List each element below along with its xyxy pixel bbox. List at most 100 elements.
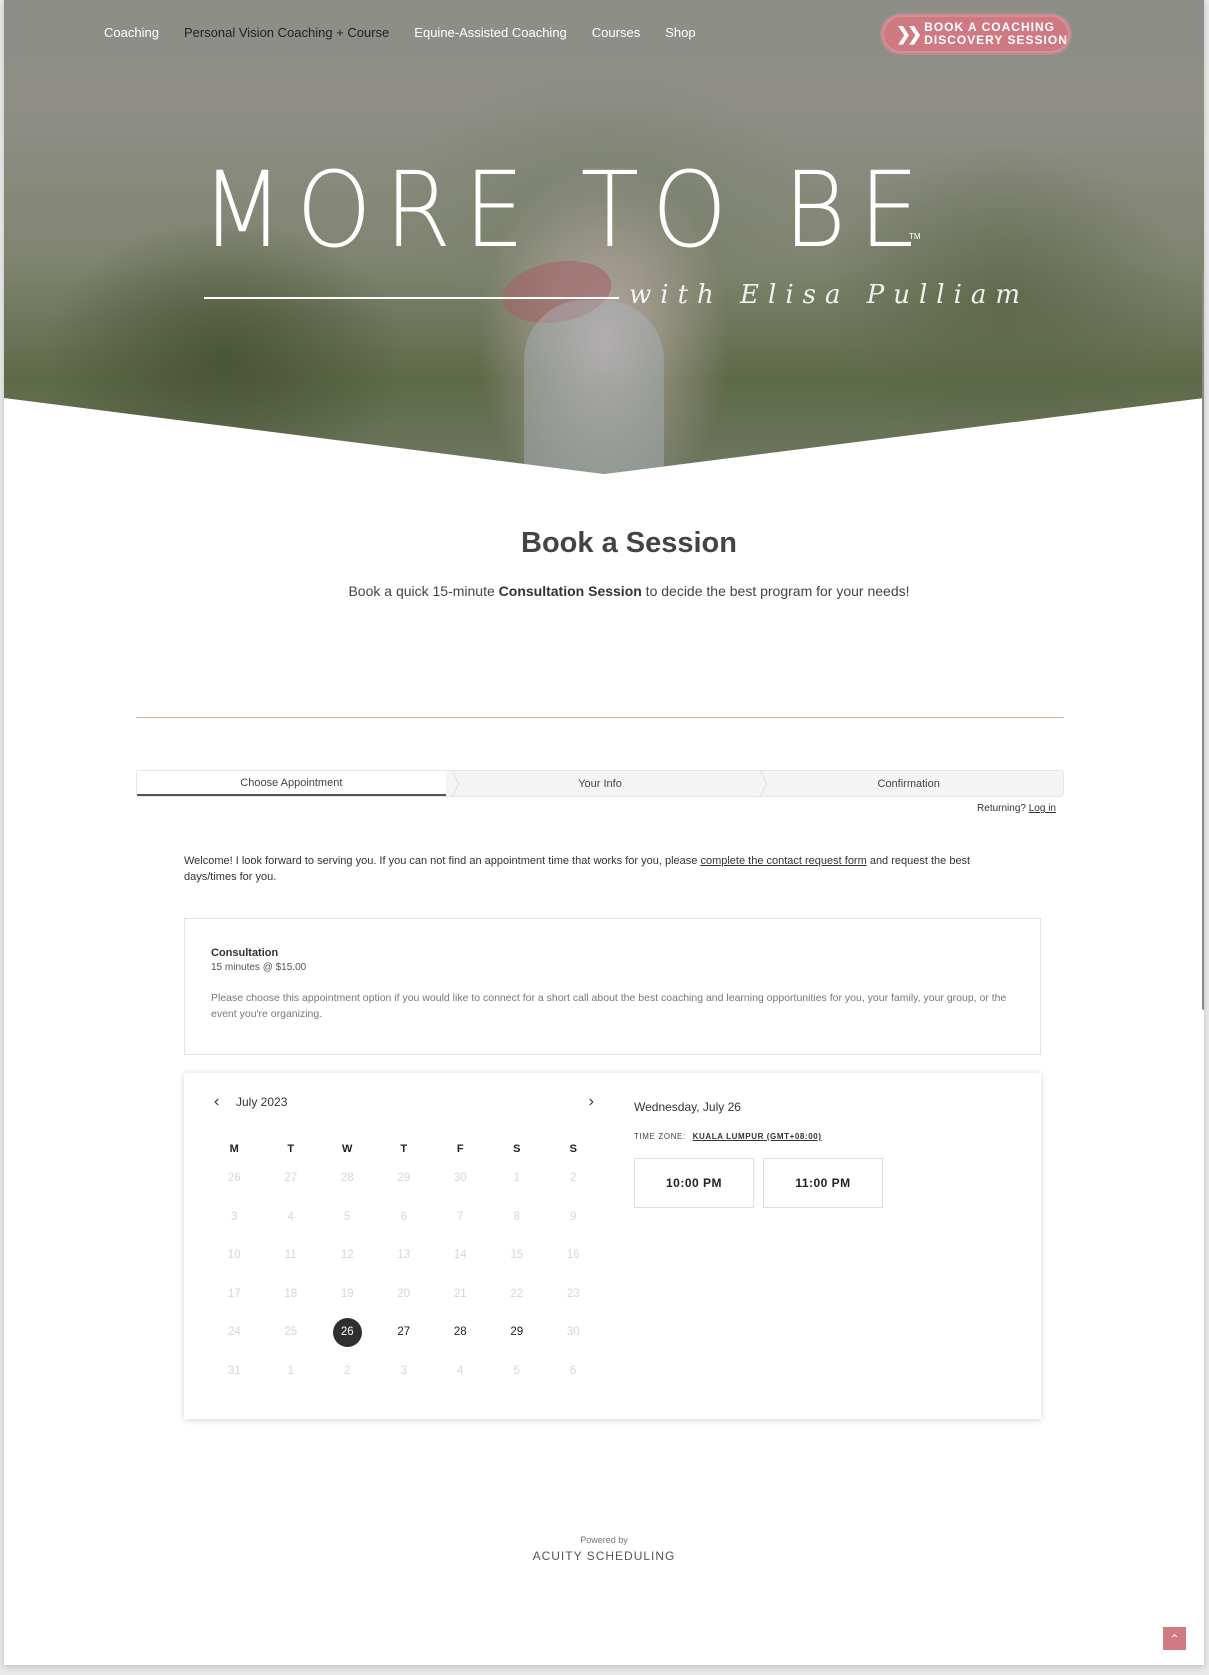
- calendar-week-row: 17 18 19 20 21 22 23: [206, 1275, 602, 1314]
- calendar-week-row: 26 27 28 29 30 1 2: [206, 1159, 602, 1198]
- hero-photo-figure: [524, 300, 664, 474]
- login-link[interactable]: Log in: [1029, 803, 1056, 814]
- returning-label: Returning?: [977, 803, 1026, 814]
- calendar-day-number: 16: [566, 1249, 580, 1262]
- step-choose-appointment[interactable]: Choose Appointment: [137, 771, 446, 796]
- calendar-day-number: 11: [284, 1249, 297, 1262]
- calendar-day-number: 2: [570, 1172, 577, 1185]
- timezone-label: TIME ZONE:: [634, 1132, 686, 1141]
- calendar-day-number: 19: [340, 1287, 354, 1300]
- calendar-day-unavailable: 2: [319, 1365, 376, 1377]
- calendar-day-unavailable: 7: [432, 1211, 489, 1223]
- calendar-day-number: 27: [397, 1326, 411, 1339]
- calendar-day-unavailable: 29: [376, 1172, 433, 1184]
- timezone-selector[interactable]: KUALA LUMPUR (GMT+08:00): [693, 1132, 822, 1141]
- calendar-day-unavailable: 12: [319, 1249, 376, 1261]
- calendar-day-number: 5: [513, 1364, 520, 1377]
- calendar-day-number: 1: [513, 1172, 520, 1185]
- calendar-day-selected[interactable]: 26: [319, 1317, 376, 1347]
- page: Coaching Personal Vision Coaching + Cour…: [4, 0, 1204, 1665]
- back-to-top-button[interactable]: ⌃: [1163, 1627, 1186, 1650]
- calendar-month-label: July 2023: [236, 1095, 288, 1109]
- calendar-week-row: 31 1 2 3 4 5 6: [206, 1352, 602, 1391]
- weekday-label: M: [229, 1143, 239, 1155]
- calendar-day-unavailable: 4: [263, 1211, 320, 1223]
- logo-underline: [204, 297, 619, 299]
- calendar-week-row: 3 4 5 6 7 8 9: [206, 1198, 602, 1237]
- time-selection-panel: Wednesday, July 26 TIME ZONE: KUALA LUMP…: [634, 1100, 883, 1208]
- cta-line-2: DISCOVERY SESSION: [924, 33, 1068, 47]
- subtitle-text-end: to decide the best program for your need…: [641, 583, 910, 599]
- weekday-label: T: [287, 1143, 295, 1155]
- calendar-day-unavailable: 6: [376, 1211, 433, 1223]
- nav-item-personal-vision[interactable]: Personal Vision Coaching + Course: [184, 22, 389, 44]
- calendar-day-number: 14: [453, 1249, 467, 1262]
- acuity-scheduling-logo[interactable]: ACUITY SCHEDULING: [4, 1549, 1204, 1563]
- calendar-day-unavailable: 17: [206, 1288, 263, 1300]
- chevron-left-icon[interactable]: ‹: [214, 1093, 219, 1111]
- calendar-day-number: 27: [284, 1172, 298, 1185]
- calendar-day-unavailable: 5: [319, 1211, 376, 1223]
- nav-item-coaching[interactable]: Coaching: [104, 22, 159, 44]
- weekday-header-row: M T W T F S S: [206, 1139, 602, 1159]
- calendar-day-number: 3: [400, 1364, 407, 1377]
- site-logo: MORE TO BE: [201, 149, 933, 271]
- calendar-day-number: 20: [397, 1287, 411, 1300]
- calendar-day-available[interactable]: 29: [489, 1326, 546, 1338]
- subtitle-emphasis: Consultation Session: [498, 583, 642, 599]
- calendar-day-number: 31: [227, 1364, 241, 1377]
- calendar-day-number: 2: [344, 1364, 351, 1377]
- calendar-day-unavailable: 27: [263, 1172, 320, 1184]
- returning-login: Returning? Log in: [977, 803, 1056, 814]
- powered-by-label: Powered by: [580, 1535, 628, 1545]
- nav-item-equine[interactable]: Equine-Assisted Coaching: [414, 22, 566, 44]
- calendar-day-number: 6: [400, 1210, 407, 1223]
- scrollbar[interactable]: [1202, 270, 1204, 1010]
- contact-request-form-link[interactable]: complete the contact request form: [700, 855, 866, 867]
- time-slot-button[interactable]: 10:00 PM: [634, 1158, 754, 1208]
- calendar-day-available[interactable]: 28: [432, 1326, 489, 1338]
- book-discovery-session-button[interactable]: ❯❯ BOOK A COACHING DISCOVERY SESSION: [882, 15, 1070, 53]
- calendar-day-number: 6: [570, 1364, 577, 1377]
- calendar-day-unavailable: 31: [206, 1365, 263, 1377]
- selected-date-label: Wednesday, July 26: [634, 1100, 741, 1114]
- calendar-day-number: 12: [340, 1249, 354, 1262]
- subtitle-text: Book a quick 15-minute: [348, 583, 499, 599]
- calendar-grid: M T W T F S S 26 27 28 29 30 1 2 3 4 5 6 7 8 9 10 11 12 1…: [206, 1139, 602, 1390]
- calendar-day-number: 15: [510, 1249, 524, 1262]
- step-confirmation: Confirmation: [754, 771, 1063, 796]
- welcome-message: Welcome! I look forward to serving you. …: [184, 853, 984, 885]
- powered-by: Powered by ACUITY SCHEDULING: [4, 1535, 1204, 1563]
- appointment-description: Please choose this appointment option if…: [211, 992, 1007, 1020]
- calendar-day-unavailable: 4: [432, 1365, 489, 1377]
- calendar-day-number: 1: [287, 1364, 294, 1377]
- calendar-day-unavailable: 15: [489, 1249, 546, 1261]
- calendar-day-number: 9: [570, 1210, 577, 1223]
- calendar-day-unavailable: 3: [376, 1365, 433, 1377]
- calendar-day-unavailable: 30: [545, 1326, 602, 1338]
- calendar-day-number: 5: [344, 1210, 351, 1223]
- calendar-day-number: 22: [510, 1287, 524, 1300]
- nav-item-shop[interactable]: Shop: [665, 22, 695, 44]
- appointment-duration-price: 15 minutes @ $15.00: [211, 962, 307, 973]
- calendar-day-unavailable: 9: [545, 1211, 602, 1223]
- chevron-right-icon[interactable]: ›: [589, 1093, 594, 1111]
- appointment-name: Consultation: [211, 947, 279, 959]
- calendar-day-unavailable: 23: [545, 1288, 602, 1300]
- time-slot-button[interactable]: 11:00 PM: [763, 1158, 883, 1208]
- calendar-day-number: 26: [227, 1172, 241, 1185]
- calendar-day-number: 8: [513, 1210, 520, 1223]
- page-title: Book a Session: [521, 527, 737, 559]
- calendar-day-unavailable: 10: [206, 1249, 263, 1261]
- calendar-card: ‹ July 2023 › M T W T F S S 26 27 28 29 30 1 2…: [184, 1073, 1041, 1419]
- main-nav: Coaching Personal Vision Coaching + Cour…: [104, 22, 721, 44]
- nav-item-courses[interactable]: Courses: [592, 22, 640, 44]
- calendar-day-number: 25: [284, 1326, 298, 1339]
- calendar-day-unavailable: 22: [489, 1288, 546, 1300]
- calendar-day-number: 10: [227, 1249, 241, 1262]
- calendar-day-unavailable: 16: [545, 1249, 602, 1261]
- calendar-day-unavailable: 14: [432, 1249, 489, 1261]
- appointment-type-card[interactable]: Consultation 15 minutes @ $15.00 Please …: [184, 918, 1041, 1055]
- calendar-day-unavailable: 2: [545, 1172, 602, 1184]
- calendar-day-available[interactable]: 27: [376, 1326, 433, 1338]
